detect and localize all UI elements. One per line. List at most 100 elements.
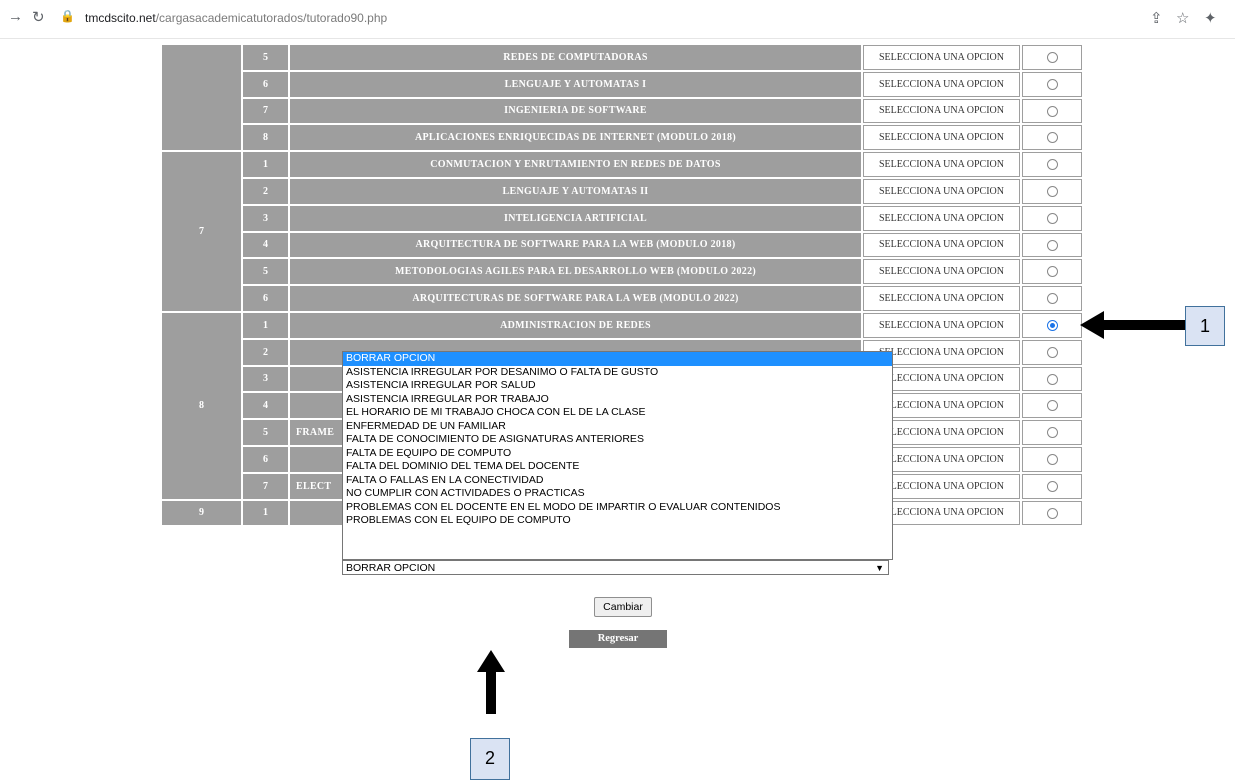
- arrow-up-callout-icon: [477, 650, 505, 714]
- option-select-cell[interactable]: SELECCIONA UNA OPCION: [863, 152, 1020, 177]
- radio-cell: [1022, 366, 1082, 392]
- option-select-cell[interactable]: SELECCIONA UNA OPCION: [863, 71, 1020, 97]
- row-radio-button[interactable]: [1046, 105, 1058, 117]
- subject-number-cell: 4: [243, 232, 288, 258]
- row-radio-button[interactable]: [1046, 319, 1058, 331]
- lock-icon[interactable]: 🔒: [60, 9, 75, 23]
- dropdown-option[interactable]: ASISTENCIA IRREGULAR POR DESANIMO O FALT…: [343, 366, 892, 380]
- row-radio-button[interactable]: [1046, 480, 1058, 492]
- table-row: 4 ARQUITECTURA DE SOFTWARE PARA LA WEB (M…: [162, 232, 1082, 258]
- dropdown-option[interactable]: ASISTENCIA IRREGULAR POR SALUD: [343, 379, 892, 393]
- table-row: 7 1 CONMUTACION Y ENRUTAMIENTO EN REDES DE…: [162, 152, 1082, 311]
- forward-arrow-icon[interactable]: →: [8, 8, 23, 25]
- table-row: 5 METODOLOGIAS AGILES PARA EL DESARROLLO …: [162, 259, 1082, 285]
- table-row: 3 INTELIGENCIA ARTIFICIAL SELECCIONA UNA O…: [162, 205, 1082, 231]
- reload-icon[interactable]: ↻: [32, 8, 45, 26]
- extensions-icon[interactable]: ✦: [1204, 9, 1217, 27]
- subject-name-cell: INTELIGENCIA ARTIFICIAL: [290, 205, 861, 231]
- row-radio-button[interactable]: [1046, 453, 1058, 465]
- dropdown-option[interactable]: FALTA DE CONOCIMIENTO DE ASIGNATURAS ANT…: [343, 433, 892, 447]
- dropdown-option[interactable]: ENFERMEDAD DE UN FAMILIAR: [343, 420, 892, 434]
- option-select-cell[interactable]: SELECCIONA UNA OPCION: [863, 232, 1020, 258]
- subject-number-cell: 2: [243, 178, 288, 204]
- row-radio-button[interactable]: [1046, 52, 1058, 63]
- row-radio-button[interactable]: [1046, 239, 1058, 251]
- subject-name-cell: LENGUAJE Y AUTOMATAS I: [290, 71, 861, 97]
- row-radio-button[interactable]: [1046, 132, 1058, 144]
- radio-cell: [1022, 45, 1082, 70]
- subject-name-cell: ARQUITECTURA DE SOFTWARE PARA LA WEB (MO…: [290, 232, 861, 258]
- cambiar-button[interactable]: Cambiar: [594, 597, 652, 617]
- star-icon[interactable]: ☆: [1176, 9, 1189, 27]
- dropdown-option[interactable]: PROBLEMAS CON EL EQUIPO DE COMPUTO: [343, 514, 892, 528]
- option-select-cell[interactable]: SELECCIONA UNA OPCION: [863, 45, 1020, 70]
- row-radio-button[interactable]: [1046, 507, 1058, 519]
- subject-number-cell: 5: [243, 259, 288, 285]
- reason-dropdown-list[interactable]: BORRAR OPCION ASISTENCIA IRREGULAR POR DE…: [342, 351, 893, 560]
- row-radio-button[interactable]: [1046, 400, 1058, 412]
- radio-cell: [1022, 312, 1082, 338]
- subject-name-cell: INGENIERIA DE SOFTWARE: [290, 98, 861, 124]
- option-select-cell[interactable]: SELECCIONA UNA OPCION: [863, 125, 1020, 151]
- subject-name-cell: LENGUAJE Y AUTOMATAS II: [290, 178, 861, 204]
- subject-number-cell: 1: [243, 152, 288, 177]
- option-select-cell[interactable]: SELECCIONA UNA OPCION: [863, 178, 1020, 204]
- option-select-cell[interactable]: SELECCIONA UNA OPCION: [863, 312, 1020, 338]
- row-radio-button[interactable]: [1046, 427, 1058, 439]
- option-select-cell[interactable]: SELECCIONA UNA OPCION: [863, 98, 1020, 124]
- dropdown-option[interactable]: FALTA DEL DOMINIO DEL TEMA DEL DOCENTE: [343, 460, 892, 474]
- table-row: 6 ARQUITECTURAS DE SOFTWARE PARA LA WEB (…: [162, 286, 1082, 311]
- subject-number-cell: 5: [243, 420, 288, 445]
- row-radio-button[interactable]: [1046, 373, 1058, 385]
- table-row: 8 APLICACIONES ENRIQUECIDAS DE INTERNET (…: [162, 125, 1082, 151]
- dropdown-option[interactable]: ASISTENCIA IRREGULAR POR TRABAJO: [343, 393, 892, 407]
- reason-select[interactable]: BORRAR OPCION ▼: [342, 560, 889, 575]
- radio-cell: [1022, 259, 1082, 285]
- row-radio-button[interactable]: [1046, 78, 1058, 90]
- subject-name-cell: CONMUTACION Y ENRUTAMIENTO EN REDES DE D…: [290, 152, 861, 177]
- radio-cell: [1022, 152, 1082, 177]
- dropdown-option[interactable]: PROBLEMAS CON EL DOCENTE EN EL MODO DE I…: [343, 501, 892, 515]
- browser-toolbar: → ↻ 🔒 tmcdscito.net/cargasacademicatutor…: [0, 0, 1235, 39]
- dropdown-option[interactable]: FALTA O FALLAS EN LA CONECTIVIDAD: [343, 474, 892, 488]
- subject-number-cell: 3: [243, 366, 288, 392]
- radio-cell: [1022, 205, 1082, 231]
- address-bar[interactable]: tmcdscito.net/cargasacademicatutorados/t…: [85, 11, 387, 25]
- dropdown-option[interactable]: NO CUMPLIR CON ACTIVIDADES O PRACTICAS: [343, 487, 892, 501]
- share-icon[interactable]: ⇪: [1150, 9, 1163, 27]
- option-select-cell[interactable]: SELECCIONA UNA OPCION: [863, 286, 1020, 311]
- radio-cell: [1022, 339, 1082, 365]
- dropdown-option[interactable]: FALTA DE EQUIPO DE COMPUTO: [343, 447, 892, 461]
- row-radio-button[interactable]: [1046, 212, 1058, 224]
- radio-cell: [1022, 232, 1082, 258]
- url-path: /cargasacademicatutorados/tutorado90.php: [155, 11, 388, 25]
- option-select-cell[interactable]: SELECCIONA UNA OPCION: [863, 205, 1020, 231]
- dropdown-option[interactable]: BORRAR OPCION: [343, 352, 892, 366]
- subject-number-cell: 1: [243, 500, 288, 526]
- radio-cell: [1022, 98, 1082, 124]
- subject-number-cell: 7: [243, 473, 288, 499]
- table-row: 5 REDES DE COMPUTADORAS SELECCIONA UNA OPC…: [162, 45, 1082, 151]
- semester-cell: 9: [162, 500, 241, 526]
- row-radio-button[interactable]: [1046, 185, 1058, 197]
- callout-label-2: 2: [470, 738, 510, 780]
- row-radio-button[interactable]: [1046, 266, 1058, 278]
- subject-number-cell: 7: [243, 98, 288, 124]
- subject-number-cell: 6: [243, 71, 288, 97]
- radio-cell: [1022, 286, 1082, 311]
- radio-cell: [1022, 473, 1082, 499]
- row-radio-button[interactable]: [1046, 346, 1058, 358]
- row-radio-button[interactable]: [1046, 159, 1058, 171]
- table-row: 2 LENGUAJE Y AUTOMATAS II SELECCIONA UNA O…: [162, 178, 1082, 204]
- subject-name-cell: APLICACIONES ENRIQUECIDAS DE INTERNET (M…: [290, 125, 861, 151]
- row-radio-button[interactable]: [1046, 293, 1058, 305]
- subject-number-cell: 5: [243, 45, 288, 70]
- subject-number-cell: 8: [243, 125, 288, 151]
- subject-number-cell: 4: [243, 393, 288, 419]
- option-select-cell[interactable]: SELECCIONA UNA OPCION: [863, 259, 1020, 285]
- semester-cell: 7: [162, 152, 241, 311]
- dropdown-option[interactable]: EL HORARIO DE MI TRABAJO CHOCA CON EL DE…: [343, 406, 892, 420]
- arrow-left-callout-icon: [1080, 311, 1185, 339]
- regresar-button[interactable]: Regresar: [569, 630, 667, 648]
- semester-cell: 8: [162, 312, 241, 499]
